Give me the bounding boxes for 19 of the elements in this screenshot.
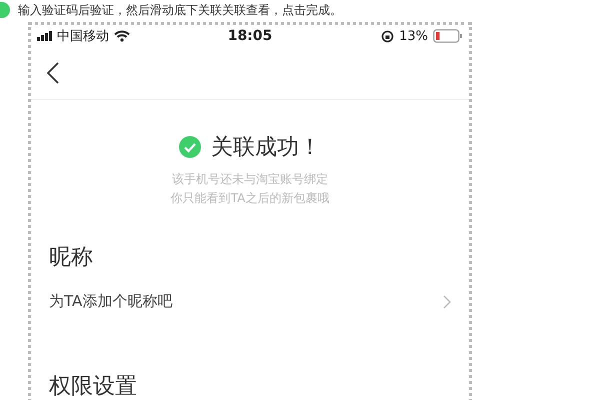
status-time: 18:05 [228, 28, 272, 44]
section-heading: 权限设置 [49, 373, 138, 400]
info-text: 你只能看到TA之后的新包裹哦 [170, 190, 330, 207]
battery-percent: 13% [399, 28, 428, 44]
row-label: 为TA添加个昵称吧 [49, 292, 172, 311]
wifi-icon [114, 30, 130, 42]
bullet-icon [0, 2, 10, 18]
battery-icon [432, 29, 463, 43]
carrier-label: 中国移动 [57, 28, 109, 45]
chevron-right-icon [443, 294, 451, 308]
instruction-text: 输入验证码后验证，然后滑动底下关联关联查看，点击完成。 [18, 3, 342, 17]
signal-icon [37, 31, 52, 41]
info-text: 该手机号还未与淘宝账号绑定 [172, 171, 328, 188]
nickname-row[interactable]: 为TA添加个昵称吧 [49, 292, 451, 311]
rotation-lock-icon [381, 30, 394, 42]
success-check-icon [179, 136, 201, 158]
section-heading: 昵称 [49, 244, 94, 272]
success-title: 关联成功！ [211, 134, 321, 162]
back-icon[interactable] [47, 62, 59, 84]
